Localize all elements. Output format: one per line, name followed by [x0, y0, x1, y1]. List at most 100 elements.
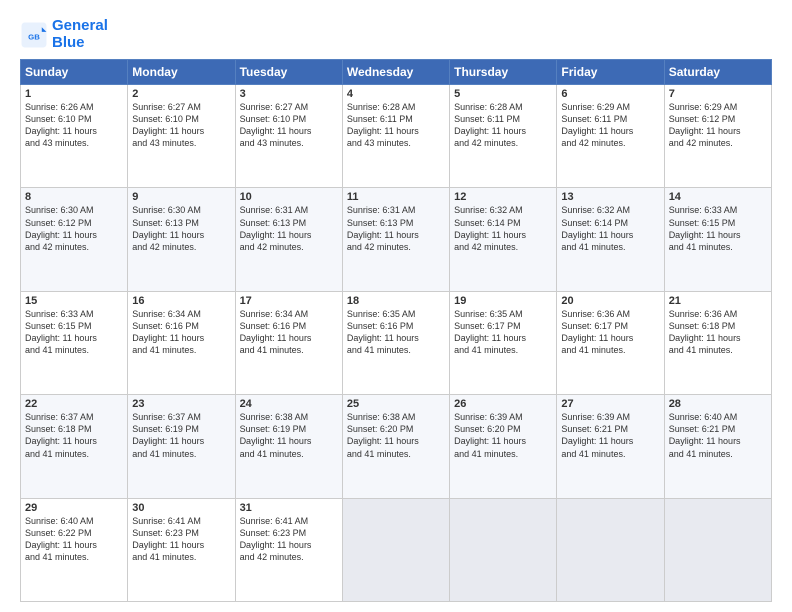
week-row-5: 29Sunrise: 6:40 AM Sunset: 6:22 PM Dayli… — [21, 498, 772, 601]
cell-text: Sunrise: 6:29 AM Sunset: 6:11 PM Dayligh… — [561, 101, 659, 150]
table-row: 27Sunrise: 6:39 AM Sunset: 6:21 PM Dayli… — [557, 395, 664, 498]
table-row — [664, 498, 771, 601]
cell-text: Sunrise: 6:41 AM Sunset: 6:23 PM Dayligh… — [132, 515, 230, 564]
cell-text: Sunrise: 6:28 AM Sunset: 6:11 PM Dayligh… — [347, 101, 445, 150]
table-row: 13Sunrise: 6:32 AM Sunset: 6:14 PM Dayli… — [557, 188, 664, 291]
day-number: 13 — [561, 191, 659, 203]
day-number: 17 — [240, 295, 338, 307]
header: GB General Blue — [20, 18, 772, 51]
day-number: 16 — [132, 295, 230, 307]
cell-text: Sunrise: 6:26 AM Sunset: 6:10 PM Dayligh… — [25, 101, 123, 150]
day-number: 26 — [454, 398, 552, 410]
day-number: 23 — [132, 398, 230, 410]
day-number: 21 — [669, 295, 767, 307]
cell-text: Sunrise: 6:39 AM Sunset: 6:20 PM Dayligh… — [454, 411, 552, 460]
table-row: 8Sunrise: 6:30 AM Sunset: 6:12 PM Daylig… — [21, 188, 128, 291]
table-row: 26Sunrise: 6:39 AM Sunset: 6:20 PM Dayli… — [450, 395, 557, 498]
table-row: 20Sunrise: 6:36 AM Sunset: 6:17 PM Dayli… — [557, 291, 664, 394]
table-row: 23Sunrise: 6:37 AM Sunset: 6:19 PM Dayli… — [128, 395, 235, 498]
logo-line2: Blue — [52, 34, 85, 51]
cell-text: Sunrise: 6:32 AM Sunset: 6:14 PM Dayligh… — [561, 204, 659, 253]
day-number: 25 — [347, 398, 445, 410]
cell-text: Sunrise: 6:30 AM Sunset: 6:13 PM Dayligh… — [132, 204, 230, 253]
day-number: 15 — [25, 295, 123, 307]
day-number: 4 — [347, 88, 445, 100]
table-row: 1Sunrise: 6:26 AM Sunset: 6:10 PM Daylig… — [21, 85, 128, 188]
cell-text: Sunrise: 6:29 AM Sunset: 6:12 PM Dayligh… — [669, 101, 767, 150]
table-row: 2Sunrise: 6:27 AM Sunset: 6:10 PM Daylig… — [128, 85, 235, 188]
cell-text: Sunrise: 6:34 AM Sunset: 6:16 PM Dayligh… — [132, 308, 230, 357]
day-number: 27 — [561, 398, 659, 410]
table-row: 19Sunrise: 6:35 AM Sunset: 6:17 PM Dayli… — [450, 291, 557, 394]
day-header-sunday: Sunday — [21, 60, 128, 85]
day-header-friday: Friday — [557, 60, 664, 85]
week-row-3: 15Sunrise: 6:33 AM Sunset: 6:15 PM Dayli… — [21, 291, 772, 394]
table-row: 24Sunrise: 6:38 AM Sunset: 6:19 PM Dayli… — [235, 395, 342, 498]
table-row: 14Sunrise: 6:33 AM Sunset: 6:15 PM Dayli… — [664, 188, 771, 291]
calendar-body: 1Sunrise: 6:26 AM Sunset: 6:10 PM Daylig… — [21, 85, 772, 602]
cell-text: Sunrise: 6:40 AM Sunset: 6:21 PM Dayligh… — [669, 411, 767, 460]
table-row — [557, 498, 664, 601]
cell-text: Sunrise: 6:34 AM Sunset: 6:16 PM Dayligh… — [240, 308, 338, 357]
cell-text: Sunrise: 6:28 AM Sunset: 6:11 PM Dayligh… — [454, 101, 552, 150]
table-row: 21Sunrise: 6:36 AM Sunset: 6:18 PM Dayli… — [664, 291, 771, 394]
calendar-header: SundayMondayTuesdayWednesdayThursdayFrid… — [21, 60, 772, 85]
table-row: 15Sunrise: 6:33 AM Sunset: 6:15 PM Dayli… — [21, 291, 128, 394]
cell-text: Sunrise: 6:33 AM Sunset: 6:15 PM Dayligh… — [669, 204, 767, 253]
day-number: 8 — [25, 191, 123, 203]
cell-text: Sunrise: 6:32 AM Sunset: 6:14 PM Dayligh… — [454, 204, 552, 253]
table-row: 10Sunrise: 6:31 AM Sunset: 6:13 PM Dayli… — [235, 188, 342, 291]
day-number: 31 — [240, 502, 338, 514]
day-number: 30 — [132, 502, 230, 514]
table-row: 25Sunrise: 6:38 AM Sunset: 6:20 PM Dayli… — [342, 395, 449, 498]
day-number: 14 — [669, 191, 767, 203]
day-number: 3 — [240, 88, 338, 100]
table-row: 29Sunrise: 6:40 AM Sunset: 6:22 PM Dayli… — [21, 498, 128, 601]
day-header-thursday: Thursday — [450, 60, 557, 85]
table-row: 16Sunrise: 6:34 AM Sunset: 6:16 PM Dayli… — [128, 291, 235, 394]
logo-line1: General — [52, 17, 108, 34]
cell-text: Sunrise: 6:30 AM Sunset: 6:12 PM Dayligh… — [25, 204, 123, 253]
table-row: 12Sunrise: 6:32 AM Sunset: 6:14 PM Dayli… — [450, 188, 557, 291]
calendar-table: SundayMondayTuesdayWednesdayThursdayFrid… — [20, 59, 772, 602]
cell-text: Sunrise: 6:31 AM Sunset: 6:13 PM Dayligh… — [347, 204, 445, 253]
cell-text: Sunrise: 6:27 AM Sunset: 6:10 PM Dayligh… — [240, 101, 338, 150]
cell-text: Sunrise: 6:27 AM Sunset: 6:10 PM Dayligh… — [132, 101, 230, 150]
svg-text:GB: GB — [28, 32, 40, 41]
day-number: 7 — [669, 88, 767, 100]
table-row: 4Sunrise: 6:28 AM Sunset: 6:11 PM Daylig… — [342, 85, 449, 188]
day-number: 10 — [240, 191, 338, 203]
day-number: 9 — [132, 191, 230, 203]
table-row: 11Sunrise: 6:31 AM Sunset: 6:13 PM Dayli… — [342, 188, 449, 291]
day-number: 11 — [347, 191, 445, 203]
table-row: 7Sunrise: 6:29 AM Sunset: 6:12 PM Daylig… — [664, 85, 771, 188]
week-row-2: 8Sunrise: 6:30 AM Sunset: 6:12 PM Daylig… — [21, 188, 772, 291]
day-number: 1 — [25, 88, 123, 100]
day-number: 2 — [132, 88, 230, 100]
logo: GB General Blue — [20, 18, 108, 51]
day-header-monday: Monday — [128, 60, 235, 85]
table-row: 31Sunrise: 6:41 AM Sunset: 6:23 PM Dayli… — [235, 498, 342, 601]
table-row: 5Sunrise: 6:28 AM Sunset: 6:11 PM Daylig… — [450, 85, 557, 188]
cell-text: Sunrise: 6:38 AM Sunset: 6:20 PM Dayligh… — [347, 411, 445, 460]
cell-text: Sunrise: 6:36 AM Sunset: 6:18 PM Dayligh… — [669, 308, 767, 357]
cell-text: Sunrise: 6:39 AM Sunset: 6:21 PM Dayligh… — [561, 411, 659, 460]
table-row — [342, 498, 449, 601]
day-number: 19 — [454, 295, 552, 307]
day-number: 18 — [347, 295, 445, 307]
day-number: 12 — [454, 191, 552, 203]
day-number: 22 — [25, 398, 123, 410]
day-number: 6 — [561, 88, 659, 100]
table-row: 22Sunrise: 6:37 AM Sunset: 6:18 PM Dayli… — [21, 395, 128, 498]
table-row: 30Sunrise: 6:41 AM Sunset: 6:23 PM Dayli… — [128, 498, 235, 601]
day-number: 24 — [240, 398, 338, 410]
cell-text: Sunrise: 6:33 AM Sunset: 6:15 PM Dayligh… — [25, 308, 123, 357]
day-header-row: SundayMondayTuesdayWednesdayThursdayFrid… — [21, 60, 772, 85]
table-row: 6Sunrise: 6:29 AM Sunset: 6:11 PM Daylig… — [557, 85, 664, 188]
cell-text: Sunrise: 6:40 AM Sunset: 6:22 PM Dayligh… — [25, 515, 123, 564]
day-number: 20 — [561, 295, 659, 307]
day-number: 29 — [25, 502, 123, 514]
table-row: 17Sunrise: 6:34 AM Sunset: 6:16 PM Dayli… — [235, 291, 342, 394]
week-row-4: 22Sunrise: 6:37 AM Sunset: 6:18 PM Dayli… — [21, 395, 772, 498]
day-number: 5 — [454, 88, 552, 100]
